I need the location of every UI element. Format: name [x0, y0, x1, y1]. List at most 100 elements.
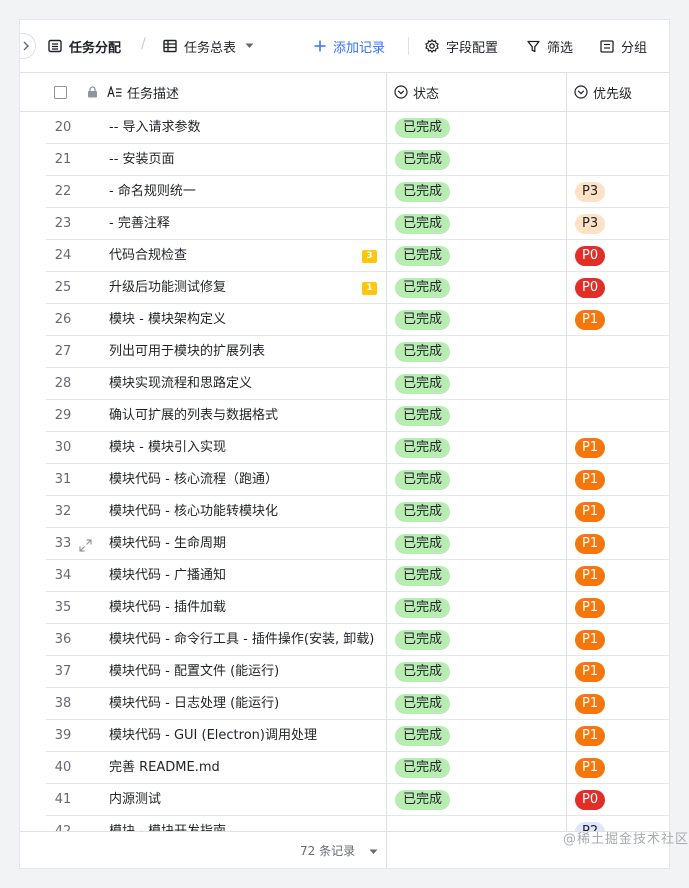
- task-description[interactable]: 升级后功能测试修复: [109, 272, 381, 304]
- table-row[interactable]: 39 模块代码 - GUI (Electron)调用处理 已完成 P1: [20, 720, 669, 752]
- status-badge[interactable]: 已完成: [395, 310, 451, 330]
- table-row[interactable]: 34 模块代码 - 广播通知 已完成 P1: [20, 560, 669, 592]
- status-badge[interactable]: 已完成: [395, 182, 451, 202]
- priority-badge[interactable]: P0: [575, 246, 606, 266]
- column-header-priority[interactable]: 优先级: [574, 73, 632, 111]
- table-row[interactable]: 41 内源测试 已完成 P0: [20, 784, 669, 816]
- status-badge[interactable]: 已完成: [395, 470, 451, 490]
- priority-badge[interactable]: P1: [575, 598, 606, 618]
- task-description[interactable]: 模块代码 - 核心功能转模块化: [109, 496, 381, 528]
- table-row[interactable]: 33 模块代码 - 生命周期 已完成 P1: [20, 528, 669, 560]
- task-description[interactable]: 模块代码 - 广播通知: [109, 560, 381, 592]
- status-badge[interactable]: 已完成: [395, 598, 451, 618]
- status-badge[interactable]: 已完成: [395, 278, 451, 298]
- status-badge[interactable]: 已完成: [395, 502, 451, 522]
- task-description[interactable]: 模块代码 - 插件加载: [109, 592, 381, 624]
- table-row[interactable]: 31 模块代码 - 核心流程（跑通） 已完成 P1: [20, 464, 669, 496]
- table-row[interactable]: 22 - 命名规则统一 已完成 P3: [20, 176, 669, 208]
- table-row[interactable]: 25 升级后功能测试修复 1 已完成 P0: [20, 272, 669, 304]
- task-description[interactable]: 内源测试: [109, 784, 381, 816]
- priority-badge[interactable]: P1: [575, 758, 606, 778]
- priority-badge[interactable]: P1: [575, 310, 606, 330]
- priority-badge[interactable]: P1: [575, 438, 606, 458]
- group-icon: [600, 39, 614, 53]
- task-description[interactable]: 模块代码 - GUI (Electron)调用处理: [109, 720, 381, 752]
- table-row[interactable]: 23 - 完善注释 已完成 P3: [20, 208, 669, 240]
- task-description[interactable]: 确认可扩展的列表与数据格式: [109, 400, 381, 432]
- priority-badge[interactable]: P1: [575, 726, 606, 746]
- priority-badge[interactable]: P1: [575, 470, 606, 490]
- status-badge[interactable]: 已完成: [395, 150, 451, 170]
- table-row[interactable]: 36 模块代码 - 命令行工具 - 插件操作(安装, 卸载) 已完成 P1: [20, 624, 669, 656]
- task-description[interactable]: 模块 - 模块开发指南: [109, 816, 381, 831]
- status-badge[interactable]: 已完成: [395, 662, 451, 682]
- priority-badge[interactable]: P1: [575, 662, 606, 682]
- sidebar-toggle-button[interactable]: [20, 33, 36, 59]
- status-badge[interactable]: 已完成: [395, 438, 451, 458]
- status-badge[interactable]: 已完成: [395, 214, 451, 234]
- table-row[interactable]: 37 模块代码 - 配置文件 (能运行) 已完成 P1: [20, 656, 669, 688]
- filter-button[interactable]: 筛选: [527, 20, 573, 72]
- table-tab[interactable]: 任务分配: [48, 20, 121, 72]
- task-description[interactable]: 模块代码 - 命令行工具 - 插件操作(安装, 卸载): [109, 624, 381, 656]
- task-description[interactable]: 完善 README.md: [109, 752, 381, 784]
- task-description[interactable]: 模块 - 模块引入实现: [109, 432, 381, 464]
- select-all-checkbox[interactable]: [54, 73, 67, 111]
- task-description[interactable]: 模块代码 - 生命周期: [109, 528, 381, 560]
- status-badge[interactable]: 已完成: [395, 726, 451, 746]
- status-badge[interactable]: 已完成: [395, 630, 451, 650]
- table-row[interactable]: 27 列出可用于模块的扩展列表 已完成: [20, 336, 669, 368]
- status-badge[interactable]: 已完成: [395, 374, 451, 394]
- priority-badge[interactable]: P1: [575, 694, 606, 714]
- priority-badge[interactable]: P1: [575, 502, 606, 522]
- add-record-button[interactable]: 添加记录: [314, 20, 385, 72]
- table-row[interactable]: 24 代码合规检查 3 已完成 P0: [20, 240, 669, 272]
- table-row[interactable]: 28 模块实现流程和思路定义 已完成: [20, 368, 669, 400]
- task-description[interactable]: 模块代码 - 日志处理 (能运行): [109, 688, 381, 720]
- view-selector[interactable]: 任务总表: [163, 20, 254, 72]
- expand-record-icon[interactable]: [79, 537, 92, 556]
- record-count[interactable]: 72 条记录: [300, 832, 378, 868]
- task-description[interactable]: 模块实现流程和思路定义: [109, 368, 381, 400]
- table-row[interactable]: 30 模块 - 模块引入实现 已完成 P1: [20, 432, 669, 464]
- table-row[interactable]: 35 模块代码 - 插件加载 已完成 P1: [20, 592, 669, 624]
- task-description[interactable]: - 完善注释: [109, 208, 381, 240]
- status-badge[interactable]: 已完成: [395, 790, 451, 810]
- table-row[interactable]: 32 模块代码 - 核心功能转模块化 已完成 P1: [20, 496, 669, 528]
- task-description[interactable]: 模块代码 - 配置文件 (能运行): [109, 656, 381, 688]
- priority-badge[interactable]: P1: [575, 566, 606, 586]
- comment-count-badge[interactable]: 3: [362, 250, 377, 263]
- status-badge[interactable]: 已完成: [395, 694, 451, 714]
- status-badge[interactable]: 已完成: [395, 406, 451, 426]
- priority-badge[interactable]: P1: [575, 534, 606, 554]
- group-button[interactable]: 分组: [600, 20, 647, 72]
- field-config-button[interactable]: 字段配置: [425, 20, 498, 72]
- task-description[interactable]: - 命名规则统一: [109, 176, 381, 208]
- table-row[interactable]: 38 模块代码 - 日志处理 (能运行) 已完成 P1: [20, 688, 669, 720]
- status-badge[interactable]: 已完成: [395, 758, 451, 778]
- priority-badge[interactable]: P3: [575, 182, 606, 202]
- task-description[interactable]: -- 导入请求参数: [109, 112, 381, 144]
- task-description[interactable]: 代码合规检查: [109, 240, 381, 272]
- comment-count-badge[interactable]: 1: [362, 282, 377, 295]
- status-badge[interactable]: 已完成: [395, 342, 451, 362]
- status-badge[interactable]: 已完成: [395, 246, 451, 266]
- status-badge[interactable]: 已完成: [395, 118, 451, 138]
- priority-badge[interactable]: P0: [575, 278, 606, 298]
- table-row[interactable]: 26 模块 - 模块架构定义 已完成 P1: [20, 304, 669, 336]
- column-header-status[interactable]: 状态: [394, 73, 439, 111]
- priority-badge[interactable]: P0: [575, 790, 606, 810]
- table-row[interactable]: 20 -- 导入请求参数 已完成: [20, 112, 669, 144]
- status-badge[interactable]: 已完成: [395, 566, 451, 586]
- column-header-description[interactable]: 任务描述: [107, 73, 179, 111]
- table-row[interactable]: 29 确认可扩展的列表与数据格式 已完成: [20, 400, 669, 432]
- status-badge[interactable]: 已完成: [395, 534, 451, 554]
- table-row[interactable]: 40 完善 README.md 已完成 P1: [20, 752, 669, 784]
- task-description[interactable]: 列出可用于模块的扩展列表: [109, 336, 381, 368]
- task-description[interactable]: -- 安装页面: [109, 144, 381, 176]
- task-description[interactable]: 模块 - 模块架构定义: [109, 304, 381, 336]
- table-row[interactable]: 21 -- 安装页面 已完成: [20, 144, 669, 176]
- priority-badge[interactable]: P3: [575, 214, 606, 234]
- task-description[interactable]: 模块代码 - 核心流程（跑通）: [109, 464, 381, 496]
- priority-badge[interactable]: P1: [575, 630, 606, 650]
